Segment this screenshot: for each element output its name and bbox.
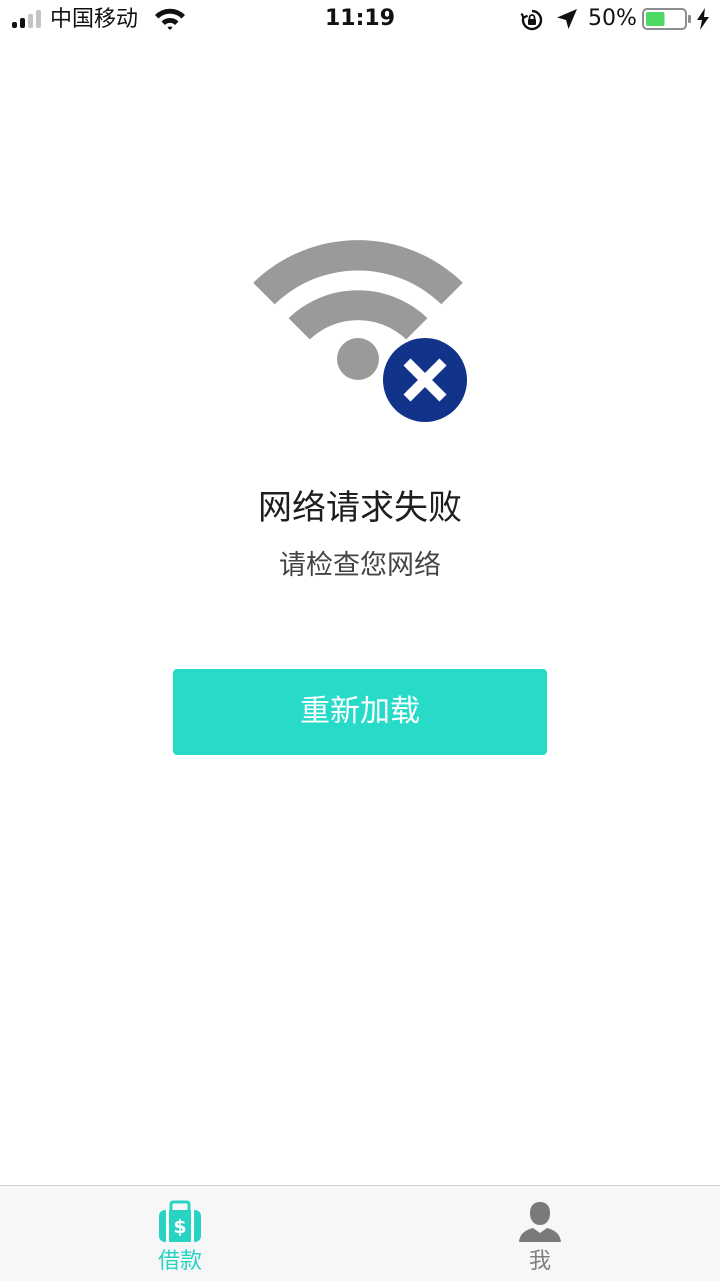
tab-loan-label: 借款: [157, 1249, 202, 1274]
location-icon: [557, 9, 577, 29]
tab-me[interactable]: 我: [360, 1186, 720, 1281]
battery-percentage: 50%: [588, 6, 637, 31]
tab-bar: $ 借款 我: [0, 1185, 720, 1281]
wifi-off-icon: [253, 240, 467, 422]
charging-icon: [697, 8, 709, 30]
error-subtitle: 请检查您网络: [279, 550, 441, 581]
profile-icon: [519, 1202, 561, 1242]
status-bar: 中国移动 11:19 50%: [0, 0, 720, 40]
error-title: 网络请求失败: [258, 488, 462, 528]
tab-me-label: 我: [528, 1249, 551, 1274]
reload-button[interactable]: 重新加载: [173, 669, 547, 755]
orientation-lock-icon: [520, 9, 543, 31]
tab-loan[interactable]: $ 借款: [0, 1186, 360, 1281]
wallet-icon: $: [159, 1200, 201, 1242]
svg-text:$: $: [173, 1216, 186, 1238]
battery-icon: [642, 8, 691, 30]
